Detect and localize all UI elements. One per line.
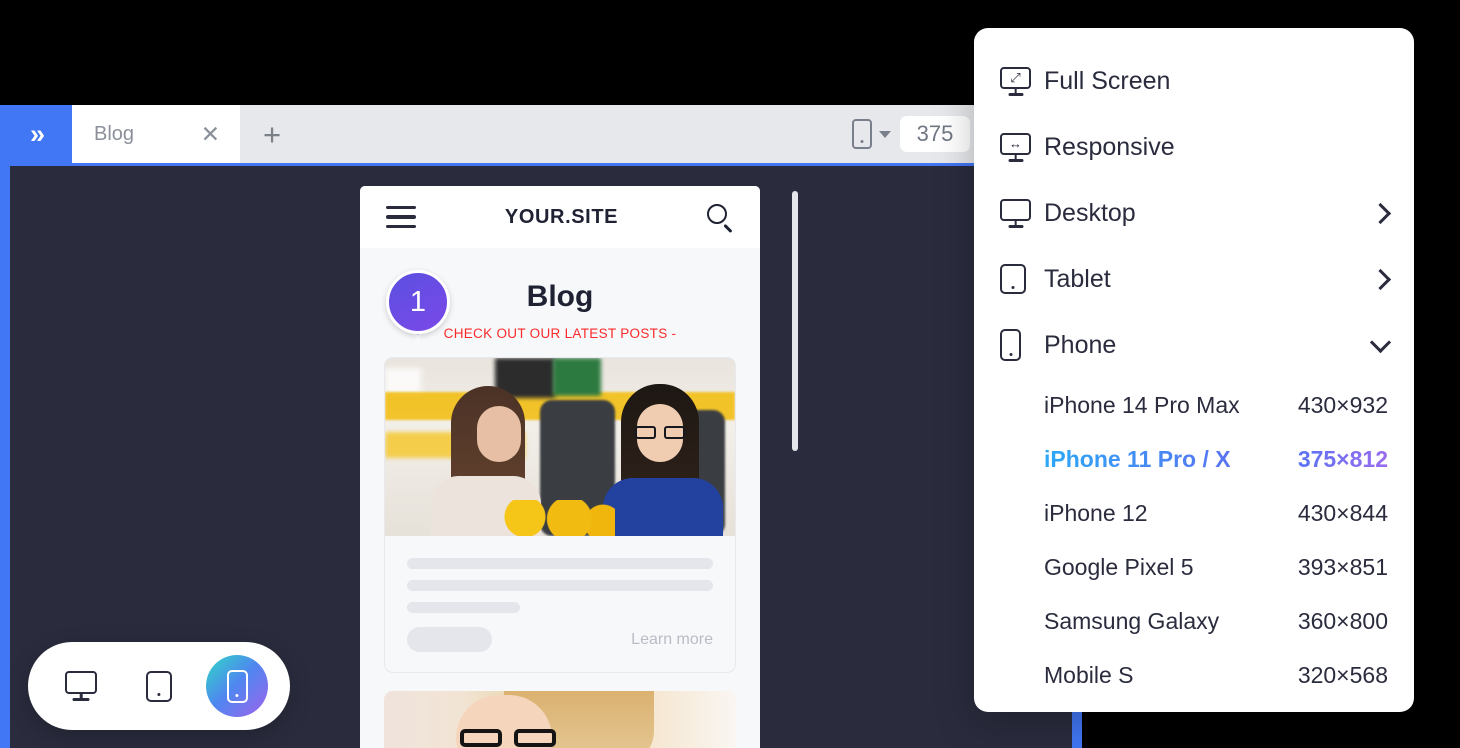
device-option[interactable]: Samsung Galaxy 360×800 — [974, 594, 1414, 648]
browser-tabbar: » Blog ✕ + 375 × 812 — [0, 105, 1082, 163]
menu-item-label: Phone — [1044, 330, 1117, 359]
device-button-desktop[interactable] — [50, 655, 112, 717]
search-circle — [706, 203, 727, 224]
desktop-icon — [65, 671, 97, 701]
chevron-right-icon — [1369, 268, 1392, 290]
menu-item-label: Full Screen — [1044, 66, 1171, 95]
learn-more-link[interactable]: Learn more — [631, 631, 713, 649]
blog-card-body: Learn more — [385, 536, 735, 672]
blog-card[interactable]: Learn more — [384, 357, 736, 673]
menu-item-desktop[interactable]: Desktop — [974, 180, 1414, 246]
office-photo — [385, 358, 735, 536]
site-header: YOUR.SITE — [360, 186, 760, 248]
device-dimensions: 320×568 — [1297, 661, 1388, 688]
site-preview-frame: YOUR.SITE Blog CHECK OUT OUR LATEST POST… — [360, 186, 760, 748]
device-button-phone[interactable] — [206, 655, 268, 717]
tab-title: Blog — [94, 122, 135, 145]
device-name: Mobile S — [1044, 661, 1134, 688]
menu-item-responsive[interactable]: ↔ Responsive — [974, 114, 1414, 180]
hamburger-icon[interactable] — [386, 205, 416, 229]
device-name: iPhone 14 Pro Max — [1044, 391, 1240, 418]
device-option[interactable]: Mobile S 320×568 — [974, 648, 1414, 702]
phone-icon — [226, 669, 248, 703]
hamburger-line — [386, 205, 416, 210]
device-option-selected[interactable]: iPhone 11 Pro / X 375×812 — [974, 432, 1414, 486]
menu-item-label: Desktop — [1044, 198, 1136, 227]
device-option[interactable]: iPhone 14 Pro Max 430×932 — [974, 378, 1414, 432]
double-chevron-right-icon: » — [29, 118, 45, 149]
screen: » Blog ✕ + 375 × 812 — [0, 0, 1460, 748]
search-icon[interactable] — [706, 203, 734, 233]
preview-viewport: YOUR.SITE Blog CHECK OUT OUR LATEST POST… — [0, 163, 1082, 748]
tabbar-spacer — [304, 105, 852, 163]
width-input[interactable]: 375 — [899, 116, 970, 152]
skeleton-line — [407, 558, 713, 569]
menu-item-label: Responsive — [1044, 132, 1175, 161]
browser-tab[interactable]: Blog ✕ — [72, 105, 240, 163]
sidebar-toggle-button[interactable]: » — [0, 105, 72, 163]
chevron-right-icon — [1369, 202, 1392, 224]
chevron-down-icon[interactable] — [878, 130, 891, 138]
device-button-tablet[interactable] — [128, 655, 190, 717]
device-name: Google Pixel 5 — [1044, 553, 1194, 580]
device-switcher-pill — [28, 642, 290, 730]
close-icon[interactable]: ✕ — [201, 122, 220, 146]
marker-number: 1 — [386, 270, 450, 334]
menu-item-full-screen[interactable]: ⤢ Full Screen — [974, 48, 1414, 114]
skeleton-line — [407, 580, 713, 591]
device-name: iPhone 12 — [1044, 499, 1148, 526]
blog-card-secondary[interactable] — [384, 691, 736, 748]
browser-window: » Blog ✕ + 375 × 812 — [0, 105, 1082, 748]
device-selector-menu: ⤢ Full Screen ↔ Responsive Desktop Table… — [974, 28, 1414, 712]
fullscreen-monitor-icon: ⤢ — [1000, 66, 1044, 96]
portrait-photo — [384, 691, 736, 748]
phone-icon[interactable] — [851, 119, 872, 149]
device-option[interactable]: iPhone 12 430×844 — [974, 486, 1414, 540]
responsive-monitor-icon: ↔ — [1000, 132, 1044, 162]
blog-card-image — [385, 358, 735, 536]
device-dimensions: 375×812 — [1297, 445, 1388, 472]
hamburger-line — [386, 215, 416, 219]
skeleton-line — [407, 602, 521, 613]
device-dimensions: 393×851 — [1297, 553, 1388, 580]
menu-item-label: Tablet — [1044, 264, 1111, 293]
phone-icon — [1000, 329, 1044, 361]
menu-item-phone[interactable]: Phone — [974, 312, 1414, 378]
plus-icon: + — [262, 116, 282, 152]
device-name: iPhone 11 Pro / X — [1044, 445, 1231, 472]
tablet-icon — [146, 670, 172, 702]
blog-card-footer: Learn more — [407, 627, 713, 652]
search-handle — [723, 223, 733, 233]
tablet-icon — [1000, 264, 1044, 294]
device-dimensions: 430×844 — [1297, 499, 1388, 526]
device-dimensions: 430×932 — [1297, 391, 1388, 418]
skeleton-button — [407, 627, 492, 652]
annotation-marker[interactable]: 1 — [386, 270, 450, 342]
vertical-scrollbar[interactable] — [792, 191, 798, 451]
device-dimensions: 360×800 — [1297, 607, 1388, 634]
desktop-icon — [1000, 198, 1044, 228]
hamburger-line — [386, 224, 416, 229]
new-tab-button[interactable]: + — [240, 105, 304, 163]
menu-item-tablet[interactable]: Tablet — [974, 246, 1414, 312]
site-logo: YOUR.SITE — [504, 205, 619, 228]
device-name: Samsung Galaxy — [1044, 607, 1220, 634]
chevron-down-icon — [1369, 331, 1392, 353]
device-option[interactable]: Google Pixel 5 393×851 — [974, 540, 1414, 594]
